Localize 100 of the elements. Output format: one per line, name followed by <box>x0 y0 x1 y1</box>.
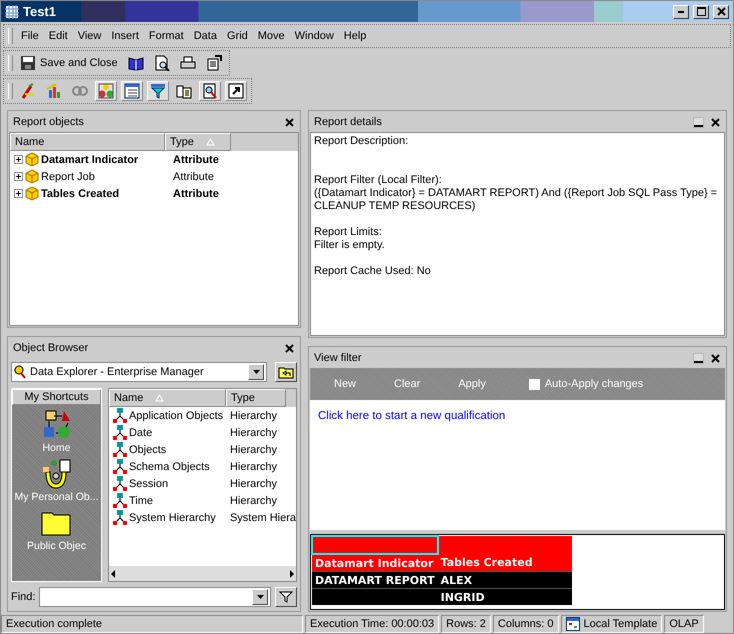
shapes-icon <box>98 83 114 99</box>
object-name[interactable]: Time <box>128 494 154 506</box>
grid-icon <box>5 4 19 18</box>
filter-icon <box>150 83 166 99</box>
column-header[interactable]: Type <box>165 133 231 151</box>
folder-up-icon <box>278 365 294 379</box>
status-text: Columns: 0 <box>492 615 559 633</box>
printer-icon <box>180 55 196 71</box>
dropdown-icon <box>256 595 264 599</box>
menu-item[interactable]: File <box>19 30 41 42</box>
window-title: Test1 <box>23 4 57 19</box>
object-type: Hierarchy <box>228 460 278 472</box>
object-name[interactable]: Date <box>128 426 152 438</box>
status-text: Local Template <box>584 618 658 630</box>
column-header[interactable]: Name <box>10 133 165 151</box>
shortcuts-header[interactable]: My Shortcuts <box>12 389 101 405</box>
toolbar-button[interactable] <box>121 81 143 101</box>
object-name[interactable]: Session <box>128 478 168 490</box>
close-icon[interactable] <box>710 116 721 128</box>
filter-action-button[interactable]: Apply <box>454 378 490 390</box>
close-button[interactable] <box>713 4 729 18</box>
object-name[interactable]: System Hierarchy <box>128 512 216 524</box>
maximize-button[interactable] <box>693 4 709 18</box>
menu-item[interactable]: Format <box>146 30 186 42</box>
object-type: System Hiera <box>228 512 296 524</box>
save-close-button[interactable]: Save and Close <box>17 53 121 73</box>
qualification-link[interactable]: Click here to start a new qualification <box>318 410 506 422</box>
dropdown-icon <box>252 370 260 374</box>
object-type: Hierarchy <box>228 494 278 506</box>
table-cell: ALEX <box>438 572 536 588</box>
menu-item[interactable]: Data <box>192 30 219 42</box>
close-icon[interactable] <box>710 352 721 364</box>
magnifier-icon <box>14 365 26 379</box>
close-icon[interactable] <box>284 342 295 354</box>
scroll-right-icon <box>288 570 296 578</box>
template-icon <box>566 617 580 631</box>
expand-icon[interactable] <box>14 155 23 164</box>
object-name[interactable]: Objects <box>128 444 166 456</box>
filter-icon <box>279 591 293 603</box>
panel-title: View filter <box>314 352 362 364</box>
close-icon[interactable] <box>284 116 295 128</box>
shortcut-label[interactable]: Public Objec <box>27 540 86 552</box>
minimize-button[interactable] <box>673 4 689 18</box>
toolbar-button[interactable] <box>199 81 221 101</box>
expand-icon[interactable] <box>14 189 23 198</box>
menu-item[interactable]: Window <box>292 30 336 42</box>
link-icon <box>72 83 88 99</box>
table-cell: DATAMART REPORT <box>312 572 438 588</box>
menu-item[interactable]: Insert <box>109 30 141 42</box>
toolbar-button[interactable] <box>225 81 247 101</box>
maximize-icon <box>696 7 706 16</box>
column-header[interactable]: Tables Created <box>438 554 536 572</box>
hierarchy-icon <box>112 493 127 508</box>
toolbar-button[interactable] <box>95 81 117 101</box>
hierarchy-icon <box>112 510 127 525</box>
menu-item[interactable]: Grid <box>224 30 250 42</box>
object-name[interactable]: Report Job <box>41 170 95 182</box>
dock-icon[interactable] <box>693 116 704 128</box>
object-name[interactable]: Application Objects <box>128 410 224 422</box>
object-name[interactable]: Schema Objects <box>128 460 210 472</box>
filter-action-button[interactable]: New <box>330 378 360 390</box>
folder-up-button[interactable] <box>275 362 297 382</box>
menu-item[interactable]: Help <box>342 30 368 42</box>
object-name[interactable]: Tables Created <box>41 188 120 200</box>
filter-button[interactable] <box>275 587 297 607</box>
object-type: Hierarchy <box>228 426 278 438</box>
checkbox-label[interactable]: Auto-Apply changes <box>544 378 644 390</box>
arrow-box-icon <box>228 83 244 99</box>
status-text: Execution Time: 00:00:03 <box>305 615 440 633</box>
horizontal-scrollbar[interactable] <box>108 566 296 581</box>
panel-title: Report objects <box>13 116 85 128</box>
column-header[interactable]: Name <box>108 389 226 407</box>
menu-item[interactable]: View <box>76 30 104 42</box>
object-type: Hierarchy <box>228 444 278 456</box>
report-details-text: Report Description: Report Filter (Local Filter): ({Datamart Indicator} = DATAMART REPORT) And ({Report Job SQL Pass Type} = CLEANUP TEMP RESOURCES) Report Limits: Filter is empty. Report Cache Used: No <box>310 132 725 336</box>
figure-document-icon[interactable] <box>40 458 72 490</box>
expand-icon[interactable] <box>14 172 23 181</box>
book-page-icon <box>176 83 192 99</box>
close-icon <box>716 6 726 17</box>
toolbar-button[interactable] <box>147 81 169 101</box>
shortcut-label[interactable]: Home <box>42 442 70 454</box>
book-icon <box>128 55 144 71</box>
object-type: Hierarchy <box>228 478 278 490</box>
panel-title: Report details <box>314 116 383 128</box>
object-name[interactable]: Datamart Indicator <box>41 154 138 166</box>
column-header[interactable]: Type <box>226 389 286 407</box>
find-field[interactable] <box>39 587 271 607</box>
find-label: Find: <box>11 591 36 603</box>
source-dropdown[interactable]: Data Explorer - Enterprise Manager <box>11 362 267 382</box>
cube-icon <box>25 186 39 201</box>
menu-item[interactable]: Edit <box>46 30 70 42</box>
checkbox[interactable] <box>528 378 541 390</box>
hierarchy-icon <box>112 408 127 423</box>
selected-cell[interactable] <box>312 536 438 554</box>
dock-icon[interactable] <box>693 352 704 364</box>
table-cell: INGRID <box>438 588 536 605</box>
print-preview-icon <box>154 55 170 71</box>
menu-item[interactable]: Move <box>256 30 287 42</box>
cube-icon <box>25 152 39 167</box>
object-type: Attribute <box>172 170 214 182</box>
